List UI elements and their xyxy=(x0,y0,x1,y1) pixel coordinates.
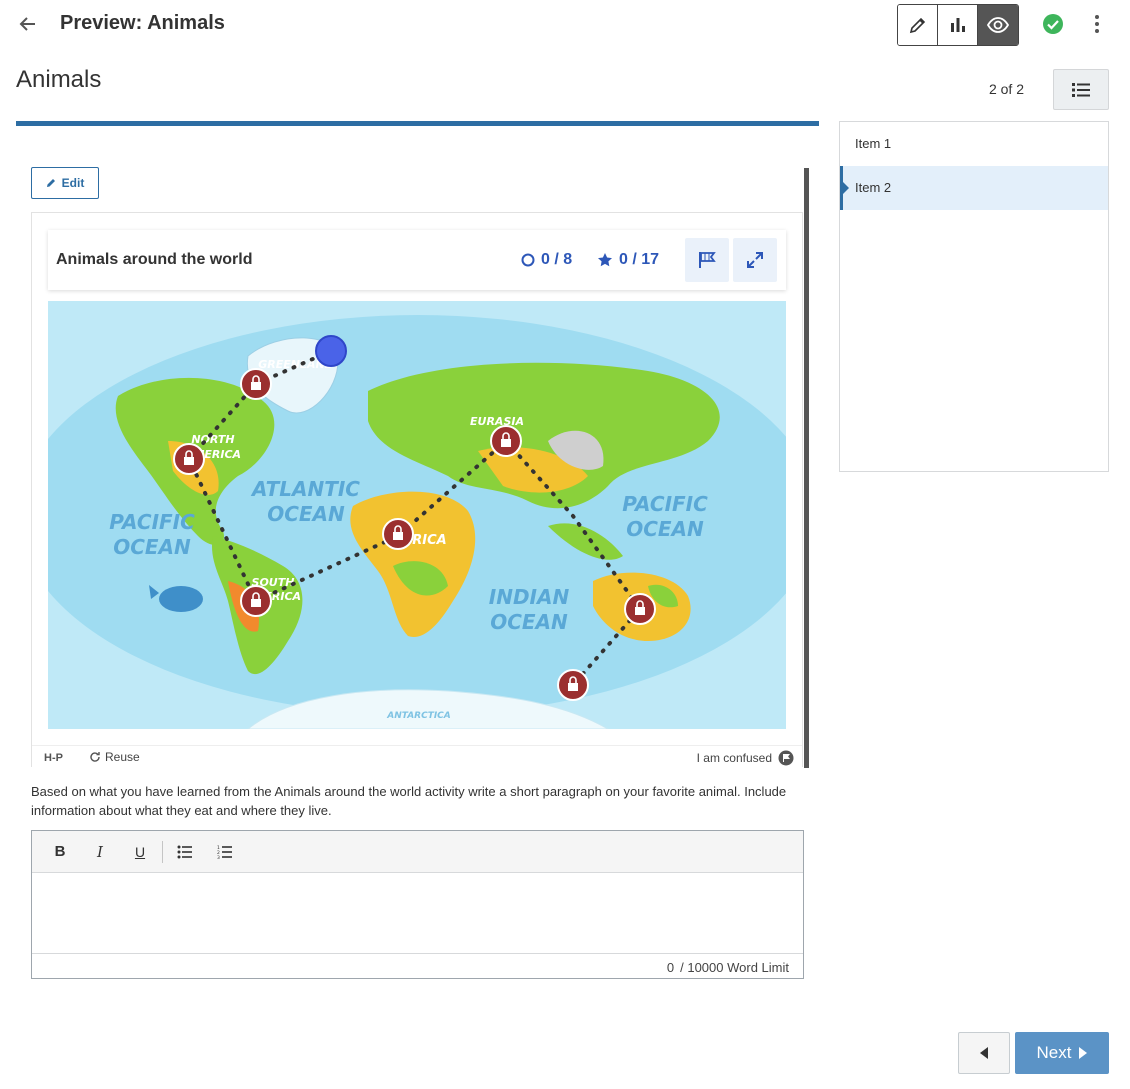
bullet-list-icon xyxy=(177,845,192,858)
word-limit-label: / 10000 Word Limit xyxy=(680,959,789,975)
bar-chart-icon xyxy=(950,18,965,32)
edit-button[interactable]: Edit xyxy=(31,167,99,199)
italic-button[interactable]: I xyxy=(80,837,120,867)
completed-score: 0 / 8 xyxy=(521,251,572,269)
star-score-value: 0 / 17 xyxy=(619,251,660,268)
editor-text-area[interactable] xyxy=(32,873,803,953)
refresh-icon xyxy=(90,752,100,762)
preview-mode-button[interactable] xyxy=(978,5,1018,45)
item-list-entry[interactable]: Item 1 xyxy=(840,122,1108,166)
bullet-list-button[interactable] xyxy=(165,837,205,867)
more-options-button[interactable] xyxy=(1086,12,1108,36)
caret-right-icon xyxy=(1079,1047,1088,1059)
flag-circle-icon xyxy=(778,750,794,766)
kebab-menu-icon xyxy=(1095,15,1099,33)
edit-mode-button[interactable] xyxy=(898,5,938,45)
toolbar-divider xyxy=(162,840,163,863)
question-instructions: Based on what you have learned from the … xyxy=(31,784,787,818)
map-label-atlantic-ocean: OCEAN xyxy=(267,502,345,526)
map-label-pacific-right-ocean: OCEAN xyxy=(626,517,704,541)
back-button[interactable] xyxy=(14,10,42,38)
map-label-eurasia: EURASIA xyxy=(470,415,524,428)
eye-icon xyxy=(986,17,1010,33)
svg-text:3: 3 xyxy=(217,855,220,859)
confused-label: I am confused xyxy=(696,751,772,765)
star-icon xyxy=(598,253,612,267)
preview-title: Preview: Animals xyxy=(60,12,225,34)
world-map: ATLANTIC OCEAN PACIFIC OCEAN PACIFIC OCE… xyxy=(48,301,786,729)
stats-mode-button[interactable] xyxy=(938,5,978,45)
published-check-icon xyxy=(1043,14,1063,34)
player-position-marker[interactable] xyxy=(315,335,347,367)
progress-bar xyxy=(16,121,819,126)
reuse-label: Reuse xyxy=(105,750,140,764)
item-list-panel: Item 1 Item 2 xyxy=(839,121,1109,472)
map-label-pacific-left: PACIFIC xyxy=(109,510,195,534)
next-button[interactable]: Next xyxy=(1015,1032,1109,1074)
locked-stage-7[interactable] xyxy=(557,669,589,701)
locked-stage-2[interactable] xyxy=(173,443,205,475)
item-list-toggle-button[interactable] xyxy=(1053,69,1109,110)
flag-icon xyxy=(699,252,716,268)
map-label-north: NORTH xyxy=(191,433,234,446)
numbered-list-button[interactable]: 123 xyxy=(205,837,245,867)
map-label-atlantic: ATLANTIC xyxy=(250,477,360,501)
caret-left-icon xyxy=(980,1047,988,1059)
fullscreen-button[interactable] xyxy=(733,238,777,282)
editor-toolbar: B I U 123 xyxy=(32,831,803,873)
list-icon xyxy=(1072,82,1090,97)
h5p-logo: H-P xyxy=(44,752,63,764)
view-mode-toggle xyxy=(897,4,1019,46)
numbered-list-icon: 123 xyxy=(217,845,232,859)
arrow-left-icon xyxy=(19,17,35,31)
locked-stage-3[interactable] xyxy=(240,585,272,617)
bold-button[interactable]: B xyxy=(40,837,80,867)
locked-stage-1[interactable] xyxy=(240,368,272,400)
circle-outline-icon xyxy=(521,253,535,267)
word-limit-counter: 0 / 10000 Word Limit xyxy=(32,953,803,980)
underline-button[interactable]: U xyxy=(120,837,160,867)
map-label-pacific-right: PACIFIC xyxy=(622,492,708,516)
item-list-entry-active[interactable]: Item 2 xyxy=(840,166,1108,210)
locked-stage-6[interactable] xyxy=(624,593,656,625)
map-label-antarctica: ANTARCTICA xyxy=(386,711,451,721)
map-label-indian-ocean: OCEAN xyxy=(490,610,568,634)
content-scrollbar[interactable] xyxy=(804,168,809,768)
finish-flag-button[interactable] xyxy=(685,238,729,282)
star-score: 0 / 17 xyxy=(597,251,659,269)
previous-button[interactable] xyxy=(958,1032,1010,1074)
expand-icon xyxy=(747,252,763,268)
item-counter: 2 of 2 xyxy=(988,81,1024,97)
edit-button-label: Edit xyxy=(61,176,85,190)
activity-title: Animals around the world xyxy=(56,251,253,268)
pencil-icon xyxy=(46,179,55,187)
reuse-button[interactable]: Reuse xyxy=(89,750,140,764)
locked-stage-4[interactable] xyxy=(382,518,414,550)
h5p-footer: H-P Reuse I am confused xyxy=(32,745,802,768)
map-label-pacific-left-ocean: OCEAN xyxy=(113,535,191,559)
next-button-label: Next xyxy=(1036,1043,1072,1062)
page-heading: Animals xyxy=(16,66,102,93)
confused-button[interactable]: I am confused xyxy=(697,750,794,766)
completed-score-value: 0 / 8 xyxy=(541,251,573,268)
locked-stage-5[interactable] xyxy=(490,425,522,457)
rich-text-editor: B I U 123 0 / 10000 Word Limit xyxy=(31,830,804,979)
map-label-indian: INDIAN xyxy=(489,585,570,609)
word-count: 0 xyxy=(666,959,675,975)
pencil-icon xyxy=(909,17,925,34)
